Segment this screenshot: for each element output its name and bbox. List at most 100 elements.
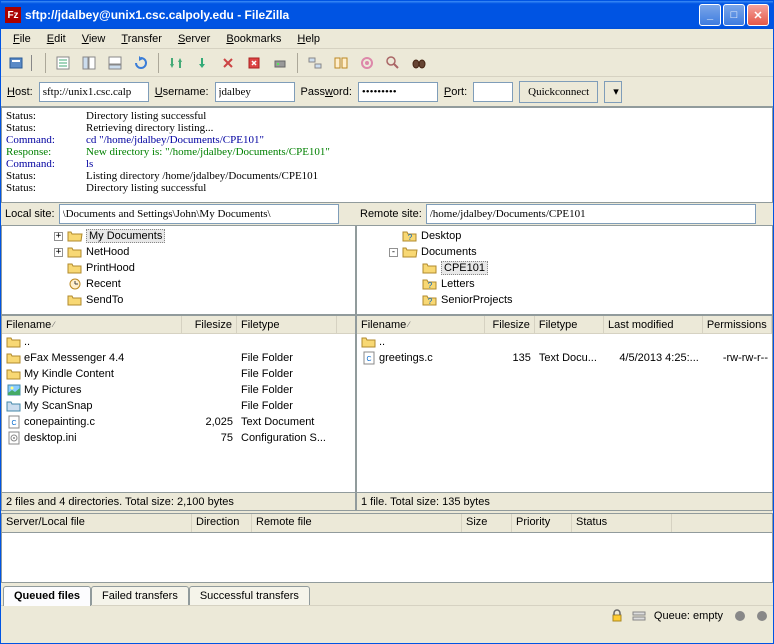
column-header[interactable]: Priority	[512, 514, 572, 532]
tree-node[interactable]: +NetHood	[4, 244, 353, 260]
username-input[interactable]	[215, 82, 295, 102]
sync-button[interactable]	[356, 52, 378, 74]
tree-node[interactable]: CPE101	[359, 260, 770, 276]
column-header[interactable]: Status	[572, 514, 672, 532]
window-title: sftp://jdalbey@unix1.csc.calpoly.edu - F…	[25, 8, 699, 22]
compare-button[interactable]	[330, 52, 352, 74]
column-header[interactable]: Filesize	[182, 316, 237, 333]
tree-node[interactable]: PrintHood	[4, 260, 353, 276]
tree-node[interactable]: -Documents	[359, 244, 770, 260]
column-header[interactable]: Filename∕	[2, 316, 182, 333]
column-header[interactable]: Permissions	[703, 316, 772, 333]
menu-view[interactable]: View	[74, 31, 114, 47]
expand-toggle[interactable]: +	[54, 248, 63, 257]
username-label: Username:	[155, 86, 209, 98]
file-row[interactable]: Cconepainting.c2,025Text Document	[2, 414, 355, 430]
sitemanager-button[interactable]	[5, 52, 27, 74]
svg-text:C: C	[11, 420, 16, 427]
column-header[interactable]: Filetype	[535, 316, 604, 333]
binoculars-button[interactable]	[408, 52, 430, 74]
process-queue-button[interactable]	[165, 52, 187, 74]
filter-button[interactable]	[304, 52, 326, 74]
queue-tab[interactable]: Successful transfers	[189, 586, 310, 605]
tree-node[interactable]: ?Letters	[359, 276, 770, 292]
menu-bookmarks[interactable]: Bookmarks	[218, 31, 289, 47]
queue-tabs: Queued filesFailed transfersSuccessful t…	[1, 583, 773, 605]
message-log[interactable]: Status:Directory listing successfulStatu…	[1, 107, 773, 203]
log-line: Command:ls	[6, 158, 768, 170]
queue-status-text: Queue: empty	[654, 610, 723, 622]
toggle-tree-button[interactable]	[78, 52, 100, 74]
tree-node[interactable]: ?SeniorProjects	[359, 292, 770, 308]
log-line: Status:Retrieving directory listing...	[6, 122, 768, 134]
queue-tab[interactable]: Queued files	[3, 586, 91, 606]
toggle-queue-button[interactable]	[104, 52, 126, 74]
column-header[interactable]: Direction	[192, 514, 252, 532]
queue-tab[interactable]: Failed transfers	[91, 586, 189, 605]
file-row[interactable]: Cgreetings.c135Text Docu...4/5/2013 4:25…	[357, 350, 772, 366]
remote-status: 1 file. Total size: 135 bytes	[356, 493, 773, 511]
host-label: Host:	[7, 86, 33, 98]
menu-help[interactable]: Help	[289, 31, 328, 47]
queue-body[interactable]	[1, 533, 773, 583]
column-header[interactable]: Remote file	[252, 514, 462, 532]
log-line: Status:Directory listing successful	[6, 110, 768, 122]
file-row[interactable]: My Kindle ContentFile Folder	[2, 366, 355, 382]
log-line: Status:Directory listing successful	[6, 182, 768, 194]
column-header[interactable]: Filename∕	[357, 316, 485, 333]
remote-file-list[interactable]: Filename∕FilesizeFiletypeLast modifiedPe…	[356, 315, 773, 493]
file-row[interactable]: ..	[357, 334, 772, 350]
remote-tree[interactable]: ?Desktop-DocumentsCPE101?Letters?SeniorP…	[356, 225, 773, 315]
menu-server[interactable]: Server	[170, 31, 218, 47]
column-header[interactable]: Size	[462, 514, 512, 532]
file-row[interactable]: My PicturesFile Folder	[2, 382, 355, 398]
disconnect-button[interactable]	[217, 52, 239, 74]
menu-transfer[interactable]: Transfer	[113, 31, 170, 47]
server-button[interactable]	[269, 52, 291, 74]
log-line: Command:cd "/home/jdalbey/Documents/CPE1…	[6, 134, 768, 146]
password-label: Password:	[301, 86, 352, 98]
local-site-input[interactable]	[59, 204, 339, 224]
column-header[interactable]: Server/Local file	[2, 514, 192, 532]
tree-node[interactable]: +My Documents	[4, 228, 353, 244]
local-file-list[interactable]: Filename∕FilesizeFiletype ..eFax Messeng…	[1, 315, 356, 493]
column-header[interactable]: Filesize	[485, 316, 534, 333]
search-button[interactable]	[382, 52, 404, 74]
expand-toggle[interactable]: +	[54, 232, 63, 241]
menu-file[interactable]: File	[5, 31, 39, 47]
column-header[interactable]: Filetype	[237, 316, 337, 333]
file-row[interactable]: desktop.ini75Configuration S...	[2, 430, 355, 446]
column-header[interactable]: Last modified	[604, 316, 703, 333]
reconnect-button[interactable]	[243, 52, 265, 74]
svg-text:?: ?	[428, 281, 433, 290]
remote-site-input[interactable]	[426, 204, 756, 224]
refresh-button[interactable]	[130, 52, 152, 74]
toggle-log-button[interactable]	[52, 52, 74, 74]
menu-edit[interactable]: Edit	[39, 31, 74, 47]
port-input[interactable]	[473, 82, 513, 102]
cancel-button[interactable]	[191, 52, 213, 74]
close-button[interactable]: ✕	[747, 4, 769, 26]
expand-toggle[interactable]: -	[389, 248, 398, 257]
quickconnect-dropdown[interactable]: ▾	[604, 81, 622, 103]
site-paths: Local site: Remote site:	[1, 203, 773, 225]
statusbar: Queue: empty	[1, 605, 773, 625]
toolbar	[1, 49, 773, 77]
local-site-label: Local site:	[1, 208, 59, 220]
password-input[interactable]	[358, 82, 438, 102]
file-row[interactable]: My ScanSnapFile Folder	[2, 398, 355, 414]
status-dot-2	[757, 611, 767, 621]
host-input[interactable]	[39, 82, 149, 102]
quickconnect-bar: Host: Username: Password: Port: Quickcon…	[1, 77, 773, 107]
quickconnect-button[interactable]: Quickconnect	[519, 81, 598, 103]
file-row[interactable]: ..	[2, 334, 355, 350]
tree-node[interactable]: SendTo	[4, 292, 353, 308]
local-tree[interactable]: +My Documents+NetHoodPrintHoodRecentSend…	[1, 225, 356, 315]
minimize-button[interactable]: _	[699, 4, 721, 26]
file-row[interactable]: eFax Messenger 4.4File Folder	[2, 350, 355, 366]
tree-node[interactable]: Recent	[4, 276, 353, 292]
titlebar: Fz sftp://jdalbey@unix1.csc.calpoly.edu …	[1, 1, 773, 29]
lock-icon	[610, 609, 624, 623]
tree-node[interactable]: ?Desktop	[359, 228, 770, 244]
maximize-button[interactable]: □	[723, 4, 745, 26]
